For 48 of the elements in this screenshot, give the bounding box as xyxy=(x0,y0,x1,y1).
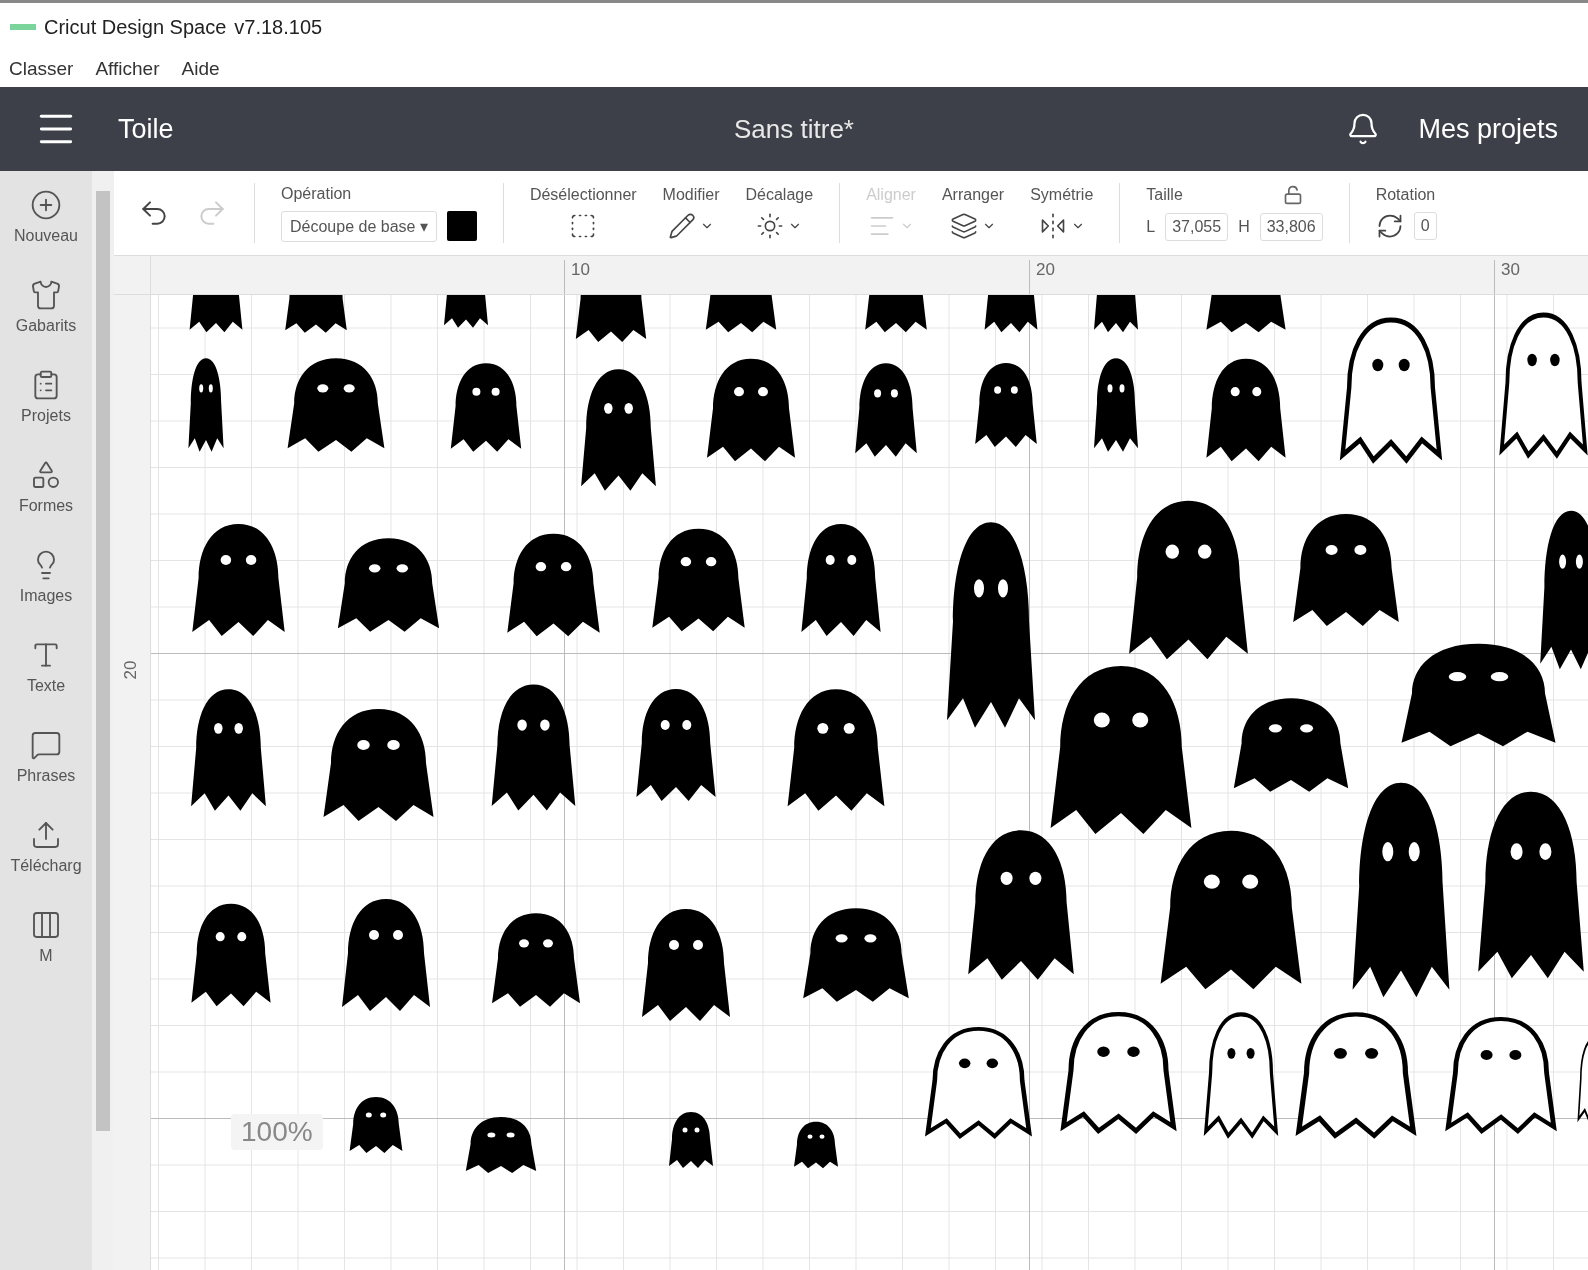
sidebar-item-icon xyxy=(30,729,62,761)
sidebar-item[interactable]: Télécharg xyxy=(0,819,92,875)
section-title: Toile xyxy=(118,113,174,145)
ruler-label: 20 xyxy=(1029,260,1055,294)
toolbar-tool[interactable]: Symétrie xyxy=(1030,186,1094,240)
document-title: Sans titre* xyxy=(734,113,854,145)
sidebar-item[interactable]: Nouveau xyxy=(0,189,92,245)
sidebar-item[interactable]: Projets xyxy=(0,369,92,425)
app-logo-icon xyxy=(10,24,36,30)
sidebar-item[interactable]: Phrases xyxy=(0,729,92,785)
sidebar-item-icon xyxy=(30,459,62,491)
sidebar-item-icon xyxy=(30,279,62,311)
toolbar-tool[interactable]: Décalage xyxy=(745,186,814,240)
ruler-label: 30 xyxy=(1494,260,1520,294)
height-label: H xyxy=(1238,218,1250,236)
toolbar-tool[interactable]: Désélectionner xyxy=(529,186,637,240)
menu-item[interactable]: Classer xyxy=(9,58,74,80)
menu-item[interactable]: Afficher xyxy=(95,58,160,80)
tool-icon xyxy=(668,212,697,240)
tool-icon xyxy=(950,212,979,240)
ruler-label: 10 xyxy=(564,260,590,294)
app-version: v7.18.105 xyxy=(234,15,323,39)
sidebar-item-icon xyxy=(30,909,62,941)
sidebar-item[interactable]: Texte xyxy=(0,639,92,695)
rotation-field[interactable]: 0 xyxy=(1413,212,1437,240)
size-label: Taille xyxy=(1146,186,1183,204)
operation-label: Opération xyxy=(281,184,353,203)
height-field[interactable]: 33,806 xyxy=(1259,213,1323,241)
tool-icon xyxy=(756,212,785,240)
menu-item[interactable]: Aide xyxy=(181,58,220,80)
sidebar-item-icon xyxy=(30,819,62,851)
lock-icon[interactable] xyxy=(1282,185,1303,205)
width-label: L xyxy=(1146,218,1156,236)
toolbar-tool[interactable]: Arranger xyxy=(941,186,1005,240)
scrollbar-thumb[interactable] xyxy=(96,191,110,1131)
window-title: Cricut Design Space xyxy=(44,15,227,39)
sidebar-item[interactable]: Formes xyxy=(0,459,92,515)
my-projects-link[interactable]: Mes projets xyxy=(1418,113,1558,145)
sidebar-item[interactable]: M xyxy=(0,909,92,965)
sidebar-item[interactable]: Gabarits xyxy=(0,279,92,335)
color-swatch[interactable] xyxy=(446,211,477,241)
rotation-label: Rotation xyxy=(1375,186,1437,204)
sidebar-item-icon xyxy=(30,189,62,221)
sidebar-item[interactable]: Images xyxy=(0,549,92,605)
ruler-label: 20 xyxy=(121,660,142,680)
toolbar-tool[interactable]: Modifier xyxy=(662,186,720,240)
operation-select[interactable]: Découpe de base ▾ xyxy=(281,210,437,242)
width-field[interactable]: 37,055 xyxy=(1165,213,1229,241)
